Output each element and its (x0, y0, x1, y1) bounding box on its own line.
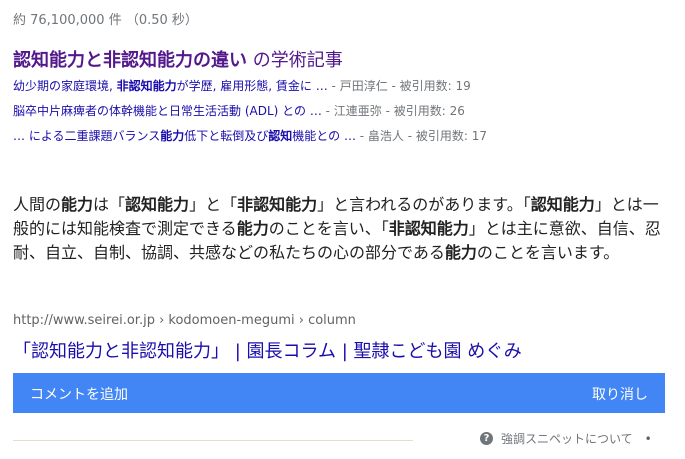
paper-title: 機能との … (292, 129, 356, 143)
scholar-paper[interactable]: … による二重課題バランス能力低下と転倒及び認知機能との … - 畠浩人 - 被… (13, 124, 673, 149)
snippet-bold: 非認知能力 (237, 195, 318, 214)
snippet-bold: 認知能力 (530, 195, 595, 214)
scholar-section: 認知能力と非認知能力の違い の学術記事 幼少期の家庭環境, 非認知能力が学歴, … (13, 48, 673, 149)
snippet-text: 」と「 (189, 195, 238, 214)
paper-title: が学歴, 雇用形態, 賃金に … (176, 79, 328, 93)
snippet-bold: 能力 (236, 219, 269, 238)
paper-meta: - 戸田淳仁 - 被引用数: 19 (327, 79, 471, 93)
question-icon: ? (480, 432, 493, 445)
paper-title-bold: 認知 (268, 129, 293, 143)
snippet-text: のことを言い、「 (268, 219, 389, 238)
result-title-link[interactable]: 「認知能力と非認知能力」 | 園長コラム | 聖隷こども園 めぐみ (13, 337, 522, 363)
snippet-bold: 非認知能力 (388, 219, 469, 238)
result-stats: 約 76,100,000 件 （0.50 秒） (13, 13, 198, 28)
snippet-text: は「 (93, 195, 126, 214)
paper-title: 低下と転倒及び (184, 129, 269, 143)
result-cite-url: http://www.seirei.or.jp › kodomoen-megum… (13, 313, 356, 328)
snippet-text: 」と言われるのがあります。「 (317, 195, 531, 214)
paper-title-bold: 能力 (160, 129, 185, 143)
paper-title: 脳卒中片麻痺者の体幹機能と日常生活活動 (ADL) との … (13, 104, 322, 118)
divider (13, 440, 413, 441)
paper-title: 幼少期の家庭環境, (13, 79, 117, 93)
about-featured-snippets-link[interactable]: 強調スニペットについて (501, 430, 633, 447)
snippet-text: 人間の (13, 195, 62, 214)
scholar-title-link[interactable]: 認知能力と非認知能力の違い の学術記事 (13, 48, 673, 74)
comment-bar: コメントを追加 取り消し (13, 373, 665, 413)
separator-dot: • (644, 431, 652, 446)
featured-snippet-text: 人間の能力は「認知能力」と「非認知能力」と言われるのがあります。「認知能力」とは… (13, 193, 661, 265)
snippet-feedback[interactable]: ? 強調スニペットについて • (480, 430, 652, 447)
scholar-title-suffix: の学術記事 (247, 50, 343, 71)
paper-meta: - 畠浩人 - 被引用数: 17 (355, 129, 488, 143)
add-comment-button[interactable]: コメントを追加 (30, 384, 128, 404)
snippet-text: のことを言います。 (476, 243, 620, 262)
paper-meta: - 江連亜弥 - 被引用数: 26 (321, 104, 465, 118)
snippet-bold: 認知能力 (125, 195, 190, 214)
snippet-bold: 能力 (444, 243, 477, 262)
cancel-button[interactable]: 取り消し (592, 384, 648, 404)
paper-title-bold: 非認知能力 (116, 79, 177, 93)
paper-title: … による二重課題バランス (13, 129, 161, 143)
scholar-paper[interactable]: 幼少期の家庭環境, 非認知能力が学歴, 雇用形態, 賃金に … - 戸田淳仁 -… (13, 74, 673, 99)
scholar-title-bold: 認知能力と非認知能力の違い (13, 50, 247, 71)
scholar-paper[interactable]: 脳卒中片麻痺者の体幹機能と日常生活活動 (ADL) との … - 江連亜弥 - … (13, 99, 673, 124)
snippet-bold: 能力 (61, 195, 94, 214)
